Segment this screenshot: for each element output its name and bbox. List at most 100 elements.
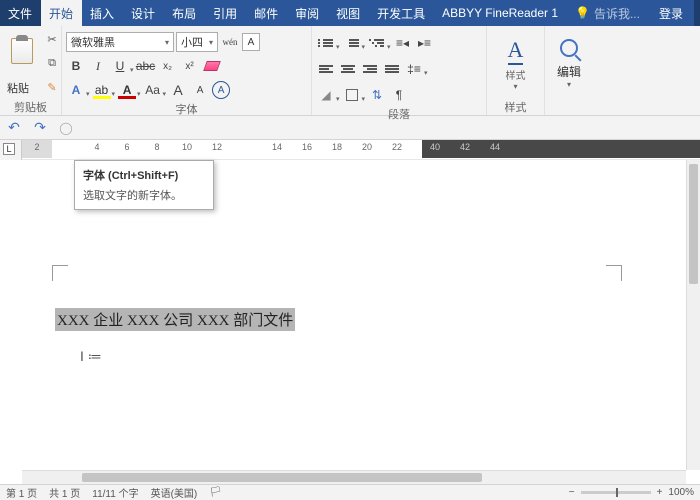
- styles-group-label: 样式: [491, 99, 540, 115]
- status-language[interactable]: 英语(美国): [151, 485, 198, 500]
- tooltip-body: 选取文字的新字体。: [83, 187, 205, 203]
- editing-label: 编辑: [557, 63, 581, 80]
- text-effects-button[interactable]: A: [66, 80, 86, 100]
- strikethrough-button[interactable]: abc: [136, 56, 156, 76]
- clear-formatting-button[interactable]: [202, 56, 222, 76]
- phonetic-guide-button[interactable]: wén: [220, 32, 240, 52]
- grow-font-button[interactable]: A: [168, 80, 188, 100]
- numbering-button[interactable]: [342, 33, 362, 53]
- chevron-down-icon[interactable]: ▾: [130, 66, 134, 77]
- ribbon: 粘贴 剪贴板 微软雅黑▾ 小四▾ wén A B I U▾ abc x: [0, 26, 700, 116]
- paste-label: 粘贴: [7, 80, 37, 96]
- zoom-out-button[interactable]: −: [569, 487, 575, 498]
- group-font: 微软雅黑▾ 小四▾ wén A B I U▾ abc x₂ x² A▾ ab▾ …: [62, 26, 312, 115]
- enclose-chars-button[interactable]: A: [212, 81, 230, 99]
- tab-file[interactable]: 文件: [0, 0, 41, 26]
- chevron-down-icon[interactable]: ▾: [336, 95, 340, 106]
- zoom-in-button[interactable]: +: [657, 487, 663, 498]
- align-left-button[interactable]: [316, 59, 336, 79]
- format-painter-button[interactable]: [43, 79, 61, 95]
- undo-button[interactable]: [6, 120, 22, 136]
- decrease-indent-button[interactable]: ≡◂: [393, 33, 413, 53]
- scroll-thumb[interactable]: [689, 164, 698, 284]
- tab-layout[interactable]: 布局: [164, 0, 205, 26]
- font-tooltip: 字体 (Ctrl+Shift+F) 选取文字的新字体。: [74, 160, 214, 210]
- chevron-down-icon[interactable]: ▾: [86, 90, 90, 101]
- multilevel-button[interactable]: [367, 33, 387, 53]
- share-button[interactable]: 👤共享: [694, 0, 700, 26]
- bullets-button[interactable]: [316, 33, 336, 53]
- find-button[interactable]: 编辑 ▾: [554, 39, 584, 89]
- horizontal-ruler[interactable]: 24681012141618202224 404244: [22, 140, 700, 160]
- clipboard-icon: [11, 38, 33, 64]
- show-marks-button[interactable]: ¶: [389, 85, 409, 105]
- scissors-icon: [47, 33, 56, 46]
- sort-button[interactable]: ⇅: [367, 85, 387, 105]
- ruler[interactable]: L 24681012141618202224 404244: [0, 140, 700, 160]
- tab-review[interactable]: 审阅: [287, 0, 328, 26]
- align-center-button[interactable]: [338, 59, 358, 79]
- horizontal-scrollbar[interactable]: [22, 470, 686, 484]
- chevron-down-icon[interactable]: ▾: [424, 69, 428, 80]
- tab-abbyy[interactable]: ABBYY FineReader 1: [434, 0, 567, 26]
- vertical-scrollbar[interactable]: [686, 160, 700, 470]
- cut-button[interactable]: [43, 32, 61, 48]
- zoom-control: − + 100%: [569, 487, 694, 498]
- status-word-count[interactable]: 11/11 个字: [92, 485, 138, 500]
- zoom-slider[interactable]: [581, 491, 651, 494]
- qat-item[interactable]: ◯: [58, 120, 74, 136]
- tab-mailings[interactable]: 邮件: [246, 0, 287, 26]
- tooltip-title: 字体 (Ctrl+Shift+F): [83, 167, 205, 183]
- tab-insert[interactable]: 插入: [82, 0, 123, 26]
- status-bar: 第 1 页 共 1 页 11/11 个字 英语(美国) 🏳 − + 100%: [0, 484, 700, 500]
- superscript-button[interactable]: x²: [180, 56, 200, 76]
- ruler-corner: L: [0, 140, 22, 160]
- tab-selector[interactable]: L: [3, 143, 15, 155]
- title-bar: 文件 开始 插入 设计 布局 引用 邮件 审阅 视图 开发工具 ABBYY Fi…: [0, 0, 700, 26]
- chevron-down-icon[interactable]: ▾: [362, 95, 366, 106]
- chevron-down-icon[interactable]: ▾: [387, 43, 391, 54]
- tab-view[interactable]: 视图: [328, 0, 369, 26]
- scroll-thumb[interactable]: [82, 473, 482, 482]
- tab-developer[interactable]: 开发工具: [369, 0, 434, 26]
- selected-text[interactable]: XXX 企业 XXX 公司 XXX 部门文件: [55, 308, 295, 331]
- chevron-down-icon[interactable]: ▾: [137, 90, 141, 101]
- chevron-down-icon[interactable]: ▾: [112, 90, 116, 101]
- chevron-down-icon[interactable]: ▾: [362, 43, 366, 54]
- increase-indent-button[interactable]: ▸≡: [415, 33, 435, 53]
- change-case-button[interactable]: Aa: [143, 80, 163, 100]
- align-right-button[interactable]: [360, 59, 380, 79]
- status-proofing-icon[interactable]: 🏳: [209, 487, 222, 498]
- font-color-button[interactable]: A: [117, 80, 137, 100]
- paste-button[interactable]: 粘贴: [4, 28, 40, 99]
- status-total-pages[interactable]: 共 1 页: [49, 485, 80, 500]
- justify-button[interactable]: [382, 59, 402, 79]
- char-border-button[interactable]: A: [242, 33, 260, 51]
- tell-me-label: 告诉我...: [594, 5, 640, 22]
- login-button[interactable]: 登录: [649, 0, 694, 26]
- font-size-combo[interactable]: 小四▾: [176, 32, 218, 52]
- font-name-combo[interactable]: 微软雅黑▾: [66, 32, 174, 52]
- underline-button[interactable]: U: [110, 56, 130, 76]
- redo-button[interactable]: [32, 120, 48, 136]
- line-spacing-button[interactable]: ‡≡: [404, 59, 424, 79]
- styles-gallery-button[interactable]: A 样式 ▾: [497, 42, 535, 86]
- italic-button[interactable]: I: [88, 56, 108, 76]
- bold-button[interactable]: B: [66, 56, 86, 76]
- chevron-down-icon[interactable]: ▾: [336, 43, 340, 54]
- editing-group-label: [549, 99, 589, 115]
- highlight-button[interactable]: ab: [92, 80, 112, 100]
- zoom-level[interactable]: 100%: [668, 487, 694, 498]
- shading-button[interactable]: ◢: [316, 85, 336, 105]
- borders-button[interactable]: [342, 85, 362, 105]
- tab-home[interactable]: 开始: [41, 0, 82, 26]
- chevron-down-icon[interactable]: ▾: [163, 90, 167, 101]
- shrink-font-button[interactable]: A: [190, 80, 210, 100]
- tab-references[interactable]: 引用: [205, 0, 246, 26]
- tab-design[interactable]: 设计: [123, 0, 164, 26]
- subscript-button[interactable]: x₂: [158, 56, 178, 76]
- tell-me[interactable]: 💡告诉我...: [567, 0, 649, 26]
- status-page[interactable]: 第 1 页: [6, 485, 37, 500]
- chevron-down-icon: ▾: [209, 38, 213, 47]
- copy-button[interactable]: [43, 55, 61, 71]
